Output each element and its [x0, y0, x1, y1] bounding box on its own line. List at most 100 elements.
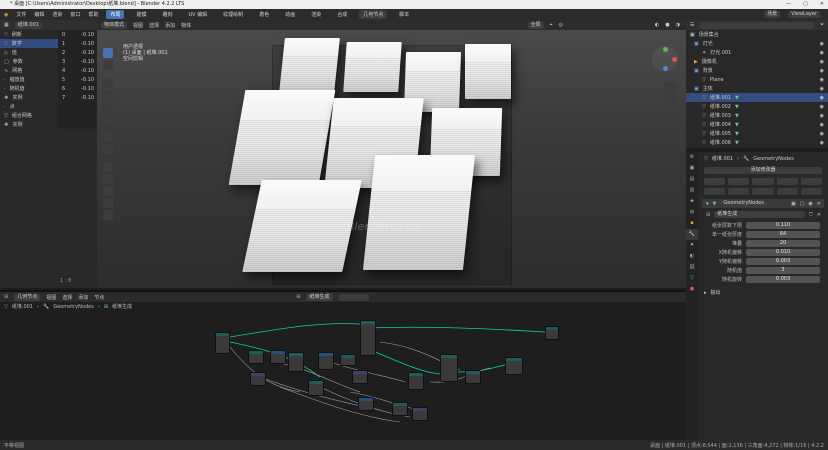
outliner-item[interactable]: ▽ 纸堆.006 ▼ ◉ — [686, 138, 828, 147]
prop-field[interactable]: 3 — [746, 267, 820, 274]
viewlayer-selector[interactable]: ViewLayer — [788, 11, 820, 18]
axis-y-icon[interactable] — [663, 47, 668, 52]
math-node[interactable] — [358, 397, 374, 411]
math-node[interactable] — [318, 352, 334, 370]
tree-item[interactable]: ❖ 实例 — [0, 120, 58, 129]
cursor-tool-icon[interactable] — [103, 60, 113, 70]
tree-item[interactable]: ▽ 刷新 — [0, 30, 58, 39]
close-icon[interactable]: ✕ — [820, 0, 824, 9]
menu-object[interactable]: 物体 — [181, 22, 191, 29]
inset-tool-icon[interactable] — [103, 186, 113, 196]
outliner-item[interactable]: ▽ 纸堆.005 ▼ ◉ — [686, 129, 828, 138]
visibility-icon[interactable]: ◉ — [820, 50, 824, 56]
collapse-icon[interactable]: ▾ — [706, 201, 709, 207]
shortcut-button[interactable] — [752, 188, 774, 195]
constraints-tab-icon[interactable]: ⛓ — [686, 262, 698, 273]
geometry-node[interactable] — [392, 402, 408, 416]
tree-item[interactable]: ❖ 实例 — [0, 93, 58, 102]
close-icon[interactable]: ✕ — [817, 201, 821, 207]
workspace-tab-modeling[interactable]: 建模 — [132, 10, 150, 19]
menu-file[interactable]: 文件 — [16, 11, 26, 18]
visibility-icon[interactable]: ◉ — [820, 59, 824, 65]
vector-node[interactable] — [412, 407, 428, 421]
outliner-item[interactable]: ▽ Plane ◉ — [686, 75, 828, 84]
modifier-name-field[interactable]: GeometryNodes — [720, 200, 767, 207]
node-editor[interactable]: ⊞ 几何节点 视图 选择 添加 节点 ⊞ 纸堆生成 ▽ 纸堆.001 › 🔧 Ge… — [0, 290, 686, 440]
visibility-icon[interactable]: ◉ — [820, 104, 824, 110]
menu-select[interactable]: 选择 — [149, 22, 159, 29]
world-tab-icon[interactable]: ◍ — [686, 207, 698, 218]
proportional-icon[interactable]: ◎ — [559, 22, 563, 28]
paper-stack[interactable] — [228, 90, 336, 185]
shortcut-button[interactable] — [800, 178, 823, 185]
prop-field[interactable]: 0.110 — [746, 222, 820, 229]
shading-solid-icon[interactable]: ● — [665, 22, 669, 28]
viewport-icon[interactable]: ▢ — [800, 201, 805, 207]
menu-render[interactable]: 渲染 — [52, 11, 62, 18]
render-tab-icon[interactable]: ▣ — [686, 163, 698, 174]
transform-orientation[interactable]: 全局 — [527, 21, 544, 29]
render-icon[interactable]: ◉ — [808, 201, 812, 207]
tree-item[interactable]: · 缩放值 — [0, 75, 58, 84]
physics-tab-icon[interactable]: ◐ — [686, 251, 698, 262]
expand-icon[interactable]: ▸ — [704, 290, 707, 296]
navigation-gizmo[interactable] — [652, 46, 678, 72]
outliner-item[interactable]: ▶ 摄像机 ◉ — [686, 57, 828, 66]
menu-add[interactable]: 添加 — [165, 22, 175, 29]
outliner-item[interactable]: ▽ 纸堆.001 ▼ ◉ — [686, 93, 828, 102]
workspace-tab-animation[interactable]: 动画 — [281, 10, 299, 19]
tool-tab-icon[interactable]: ⚙ — [686, 152, 698, 163]
group-input-node[interactable] — [215, 332, 230, 354]
snap-icon[interactable]: ⌖ — [550, 22, 553, 28]
blender-logo-icon[interactable]: ◉ — [4, 12, 8, 18]
editor-type-icon[interactable]: ▦ — [4, 22, 9, 28]
workspace-tab-uv[interactable]: UV 编辑 — [185, 10, 212, 19]
shortcut-button[interactable] — [776, 188, 798, 195]
move-tool-icon[interactable] — [103, 78, 113, 88]
particles-tab-icon[interactable]: ✷ — [686, 240, 698, 251]
paper-stack[interactable] — [343, 42, 402, 92]
add-modifier-button[interactable]: 添加修改器 — [704, 167, 822, 174]
axis-z-icon[interactable] — [663, 66, 668, 71]
add-cube-tool-icon[interactable] — [103, 162, 113, 172]
workspace-tab-shading[interactable]: 着色 — [255, 10, 273, 19]
group-output-node[interactable] — [545, 326, 559, 340]
geometry-node[interactable] — [408, 372, 424, 390]
outliner-item[interactable]: ▽ 纸堆.003 ▼ ◉ — [686, 111, 828, 120]
close-icon[interactable]: ✕ — [817, 212, 821, 218]
workspace-tab-scripting[interactable]: 脚本 — [395, 10, 413, 19]
outliner-item[interactable]: ▣ 主体 ◉ — [686, 84, 828, 93]
shortcut-button[interactable] — [776, 178, 798, 185]
shortcut-button[interactable] — [728, 178, 750, 185]
object-tab-icon[interactable]: ▪ — [686, 218, 698, 229]
visibility-icon[interactable]: ◉ — [820, 131, 824, 137]
visibility-icon[interactable]: ◉ — [820, 95, 824, 101]
transform-tool-icon[interactable] — [103, 114, 113, 124]
workspace-tab-texture[interactable]: 纹理绘制 — [219, 10, 247, 19]
spreadsheet-object[interactable]: 纸堆.001 — [14, 21, 42, 29]
extrude-tool-icon[interactable] — [103, 174, 113, 184]
outliner-item[interactable]: ▽ 纸堆.002 ▼ ◉ — [686, 102, 828, 111]
visibility-icon[interactable]: ◉ — [820, 140, 824, 146]
menu-window[interactable]: 窗口 — [70, 11, 80, 18]
realize-node[interactable] — [465, 370, 481, 384]
minimize-icon[interactable]: — — [786, 0, 791, 9]
annotate-tool-icon[interactable] — [103, 132, 113, 142]
outliner-item[interactable]: ▣ 背景 ◉ — [686, 66, 828, 75]
prop-field[interactable]: 64 — [746, 231, 820, 238]
overlay-icon[interactable]: ◐ — [655, 22, 659, 28]
scene-tab-icon[interactable]: ◈ — [686, 196, 698, 207]
math-node[interactable] — [270, 350, 286, 364]
filter-icon[interactable]: ⏷ — [820, 22, 824, 28]
tree-item[interactable]: · 点 — [0, 102, 58, 111]
fake-user-icon[interactable]: ⛉ — [809, 212, 813, 218]
tree-item[interactable]: ▢ 参数 — [0, 57, 58, 66]
outliner-item[interactable]: ✦ 灯光.001 ◉ — [686, 48, 828, 57]
viewport-3d[interactable]: 物体模式 视图 选择 添加 物体 全局 ⌖ ◎ ◐ ● ◑ 用户透视 (1) 桌… — [97, 20, 686, 288]
material-tab-icon[interactable]: ● — [686, 284, 698, 295]
rotate-tool-icon[interactable] — [103, 90, 113, 100]
output-tab-icon[interactable]: ▤ — [686, 174, 698, 185]
tree-item[interactable]: ◇ 值 — [0, 48, 58, 57]
scale-tool-icon[interactable] — [103, 102, 113, 112]
paper-stack[interactable] — [362, 155, 476, 270]
